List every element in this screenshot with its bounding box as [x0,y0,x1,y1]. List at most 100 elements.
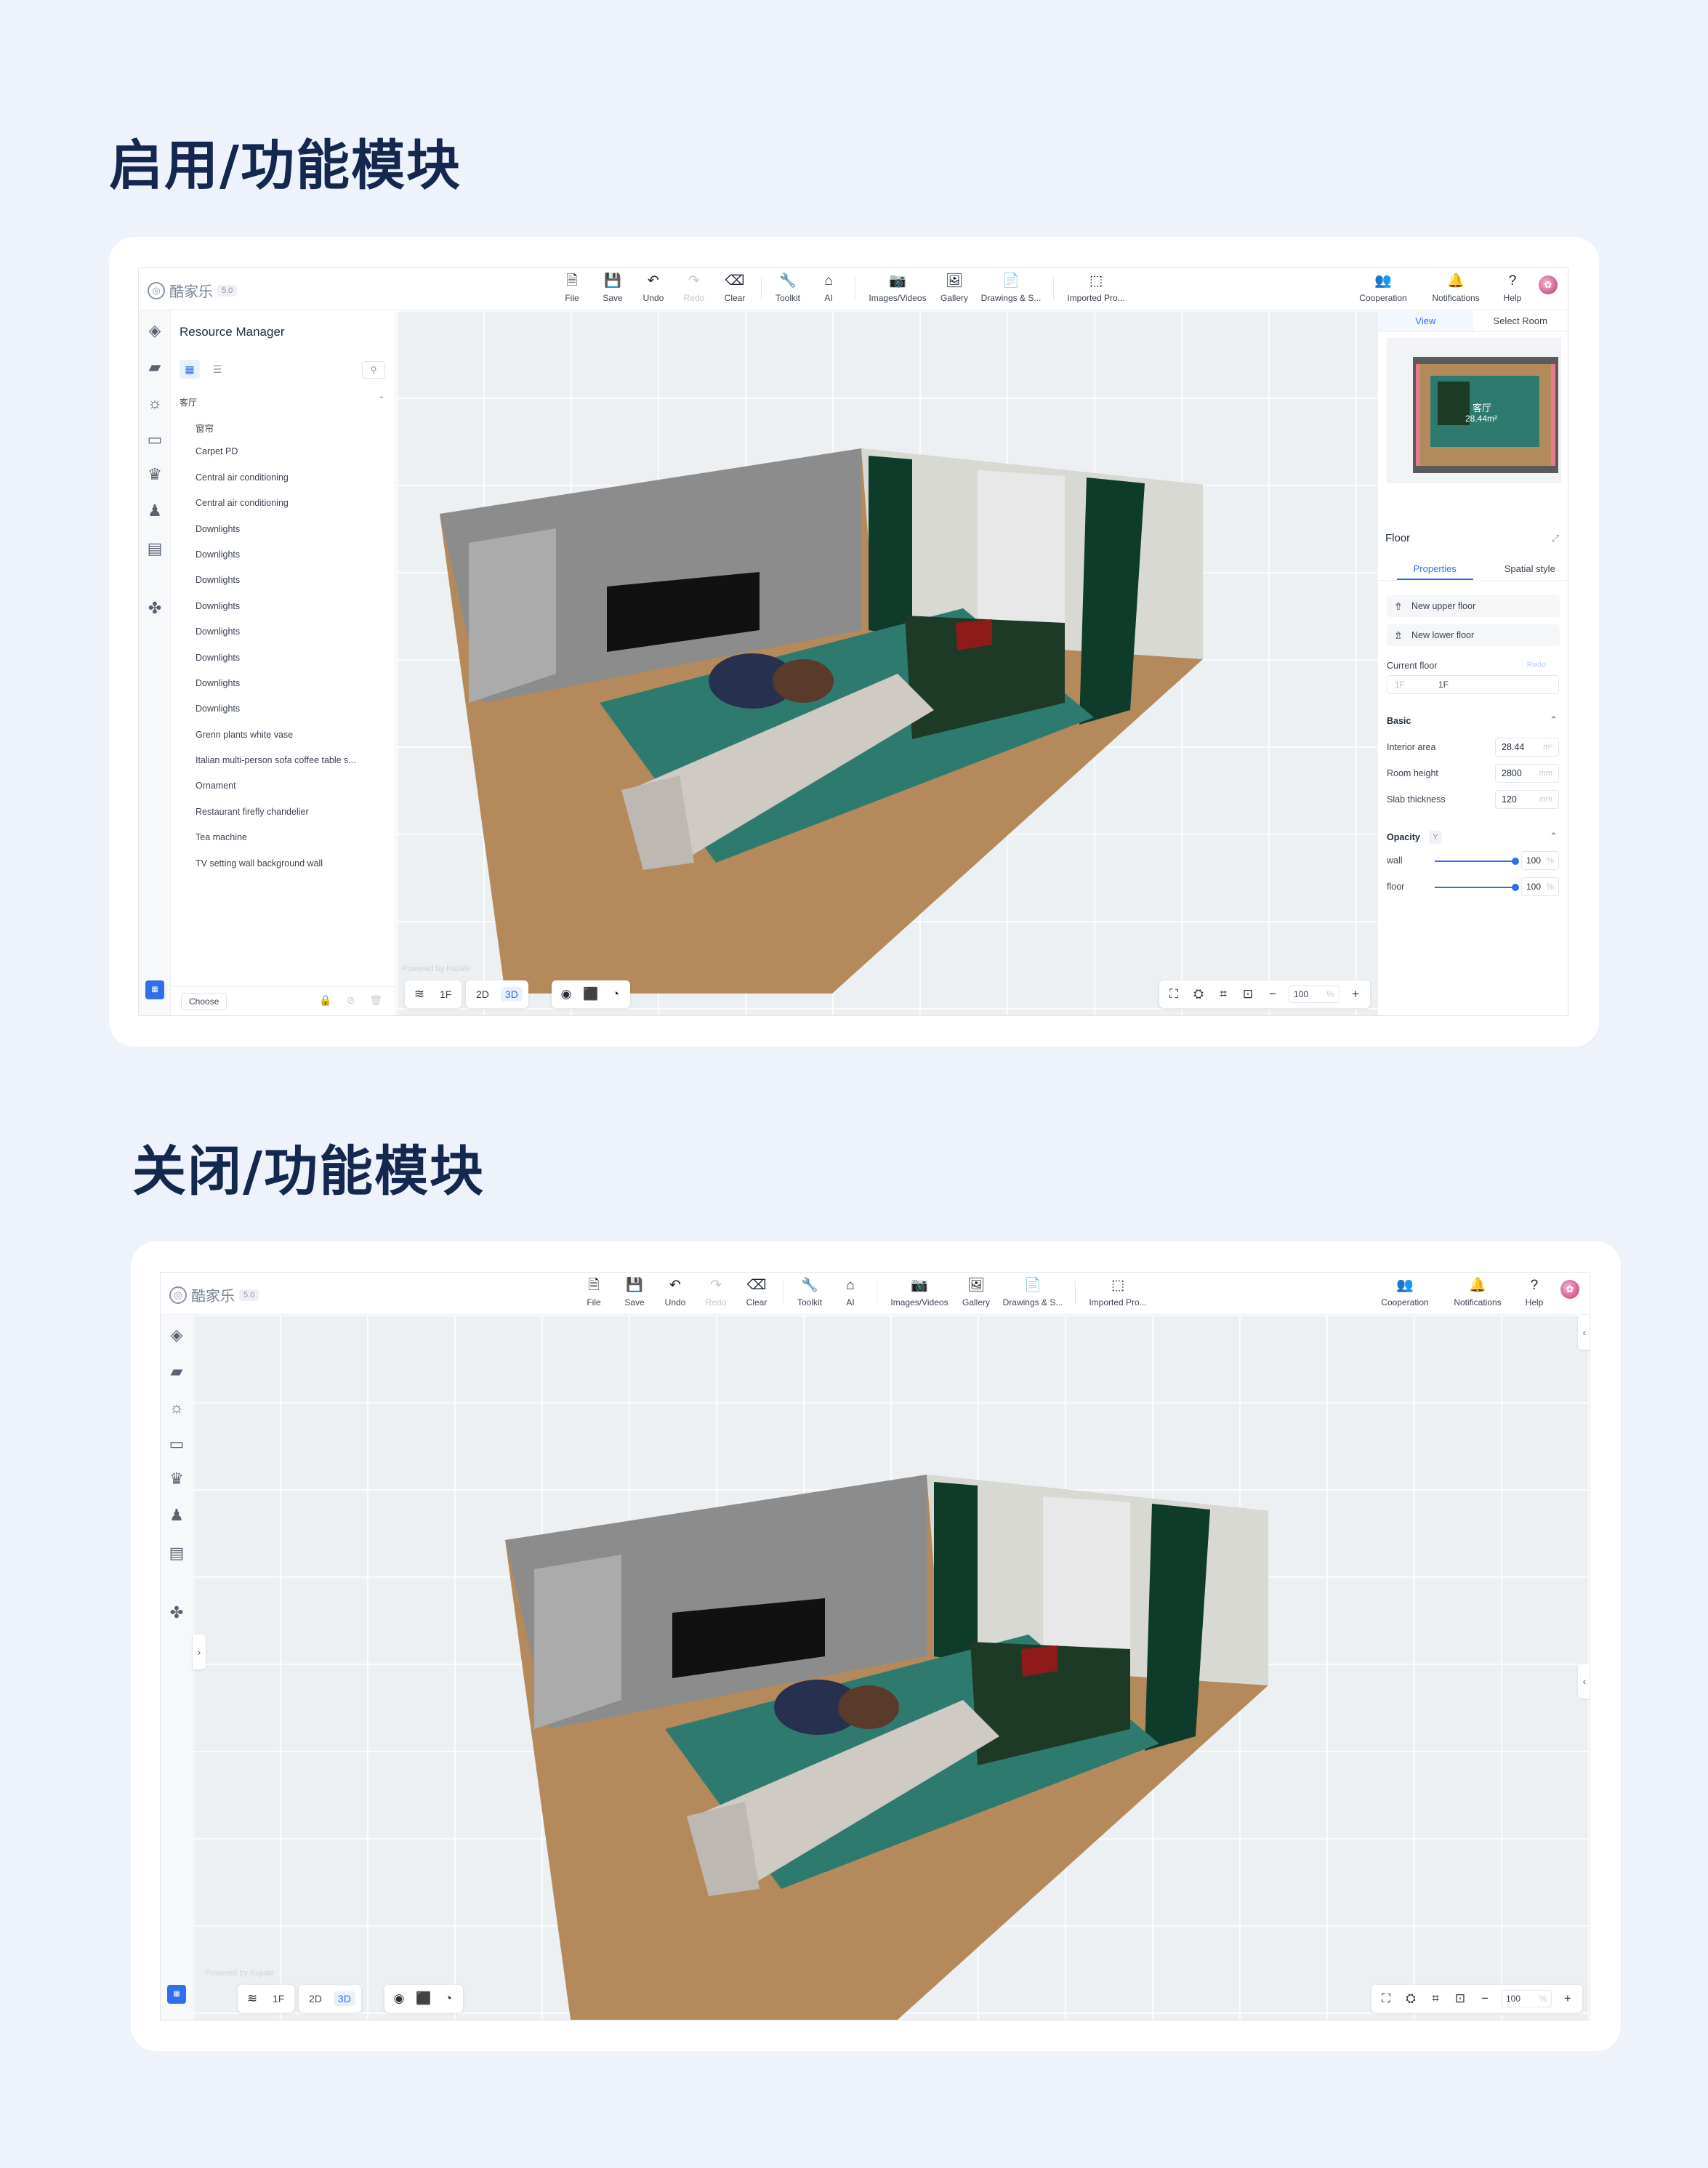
lock-icon[interactable]: 🔒 [319,994,331,1007]
save-button[interactable]: 💾 Save [592,273,633,306]
layers-icon[interactable]: ≋ [411,987,428,1002]
new-lower-floor-button[interactable]: ⇯ New lower floor [1387,624,1560,646]
minus-icon[interactable]: − [1476,1991,1494,2006]
list-view-icon[interactable]: ☰ [207,360,227,379]
zoom-input[interactable]: 100% [1501,1990,1552,2007]
mode-3d-button[interactable]: 3D [333,1991,355,2006]
app-logo[interactable]: ◎ 酷家乐 5.0 [169,1284,259,1305]
floor-opacity-slider[interactable] [1435,884,1519,891]
list-item[interactable]: Italian multi-person sofa coffee table s… [196,755,388,781]
compass-icon[interactable]: ◔ [440,1991,457,2006]
slab-thickness-field[interactable]: 120 mm [1495,790,1559,809]
plugin-badge-icon[interactable]: ▦ [145,980,164,999]
crown-icon[interactable]: ♛ [145,464,165,485]
eye-icon[interactable]: ◉ [390,1991,408,2006]
tab-properties[interactable]: Properties [1397,559,1473,580]
user-icon[interactable]: ♟ [166,1505,187,1526]
minus-icon[interactable]: − [1264,987,1281,1002]
plus-icon[interactable]: + [1347,987,1364,1002]
fit-view-icon[interactable]: ⛶ [1377,1991,1395,2006]
collapse-top-chevron-icon[interactable]: ‹ [1578,1315,1590,1350]
tab-view[interactable]: View [1378,310,1473,331]
list-item[interactable]: Central air conditioning [196,472,388,498]
imported-button[interactable]: ⬚ Imported Pro... [1081,1277,1154,1310]
undo-button[interactable]: ↶ Undo [633,273,674,306]
notifications-button[interactable]: 🔔 Notifications [1419,273,1492,306]
floor-plan-icon[interactable]: ▰ [166,1361,187,1382]
list-item[interactable]: Grenn plants white vase [196,730,388,755]
list-item[interactable]: Downlights [196,549,388,575]
redo-button[interactable]: ↷ Redo [696,1277,736,1310]
redo-button[interactable]: ↷ Redo [674,273,714,306]
list-item[interactable]: Ornament [196,781,388,806]
notifications-button[interactable]: 🔔 Notifications [1441,1277,1514,1310]
slider-handle[interactable] [1512,858,1519,865]
floor-opacity-field[interactable]: 100% [1521,877,1559,896]
layers-icon[interactable]: ◈ [166,1325,187,1345]
help-button[interactable]: ? Help [1492,273,1533,306]
mode-2d-button[interactable]: 2D [472,987,494,1002]
3d-viewport[interactable]: › ‹ ‹ Powered by Kujiale ≋ 1F 2D 3D ◉ ⬛ … [193,1315,1590,2020]
floor-selector[interactable]: 1F [435,987,456,1002]
chevron-up-icon[interactable]: ⌃ [1550,831,1558,842]
slider-handle[interactable] [1512,884,1519,891]
list-item[interactable]: Downlights [196,524,388,549]
wall-opacity-field[interactable]: 100% [1521,851,1559,870]
plugin-badge-icon[interactable]: ▦ [167,1985,186,2004]
new-upper-floor-button[interactable]: ⇮ New upper floor [1387,595,1560,617]
camera-view-icon[interactable]: ⛭ [1402,1991,1419,2006]
lightbulb-icon[interactable]: ☼ [145,393,165,414]
puzzle-icon[interactable]: ✤ [166,1603,187,1623]
list-item[interactable]: Downlights [196,678,388,704]
sofa-icon[interactable]: ▭ [166,1434,187,1454]
trash-icon[interactable]: 🗑 [369,994,382,1007]
focus-icon[interactable]: ⌗ [1214,987,1232,1002]
mode-3d-button[interactable]: 3D [500,987,523,1002]
list-item[interactable]: Tea machine [196,832,388,858]
gallery-button[interactable]: 🖼 Gallery [956,1277,996,1310]
list-item[interactable]: 窗帘 [196,421,388,446]
ai-button[interactable]: ⌂ AI [808,273,849,306]
lightbulb-icon[interactable]: ☼ [166,1398,187,1418]
layers-icon[interactable]: ◈ [145,321,165,341]
undo-button[interactable]: ↶ Undo [655,1277,696,1310]
drawings-button[interactable]: 📄 Drawings & S... [996,1277,1069,1310]
list-item[interactable]: TV setting wall background wall [196,858,388,884]
list-item[interactable]: Central air conditioning [196,498,388,523]
puzzle-icon[interactable]: ✤ [145,598,165,618]
expand-icon[interactable]: ⤢ [1552,533,1559,544]
redo-link[interactable]: Redo [1527,661,1546,669]
list-item[interactable]: Downlights [196,653,388,678]
chevron-up-icon[interactable]: ⌃ [1550,714,1558,726]
grid-view-icon[interactable]: ▦ [180,360,200,379]
cabinet-icon[interactable]: ▤ [166,1543,187,1563]
current-floor-select[interactable]: 1F 1F [1387,675,1559,694]
floor-plan-icon[interactable]: ▰ [145,357,165,377]
list-item[interactable]: Downlights [196,626,388,652]
zoom-area-icon[interactable]: ⊡ [1239,987,1257,1002]
filter-icon[interactable]: ⚲ [362,361,385,379]
compass-icon[interactable]: ◔ [607,987,624,1002]
clear-button[interactable]: ⌫ Clear [736,1277,777,1310]
floor-selector[interactable]: 1F [268,1991,289,2006]
crown-icon[interactable]: ♛ [166,1469,187,1489]
tab-select-room[interactable]: Select Room [1473,310,1568,331]
hide-icon[interactable]: ⊘ [346,994,355,1007]
camera-view-icon[interactable]: ⛭ [1190,987,1207,1002]
group-header[interactable]: 客厅 ⌃ [180,395,385,408]
list-item[interactable]: Carpet PD [196,446,388,472]
minimap[interactable]: 客厅 28.44m² [1387,338,1561,483]
toolkit-button[interactable]: 🔧 Toolkit [789,1277,830,1310]
mode-2d-button[interactable]: 2D [305,1991,326,2006]
app-logo[interactable]: ◎ 酷家乐 5.0 [148,280,238,301]
cooperation-button[interactable]: 👥 Cooperation [1347,273,1419,306]
plus-icon[interactable]: + [1559,1991,1576,2006]
list-item[interactable]: Downlights [196,575,388,600]
list-item[interactable]: Downlights [196,704,388,729]
zoom-input[interactable]: 100% [1289,986,1340,1003]
room-height-field[interactable]: 2800 mm [1495,764,1559,783]
imported-button[interactable]: ⬚ Imported Pro... [1060,273,1132,306]
cooperation-button[interactable]: 👥 Cooperation [1369,1277,1441,1310]
cube-icon[interactable]: ⬛ [582,987,600,1002]
save-button[interactable]: 💾 Save [614,1277,655,1310]
